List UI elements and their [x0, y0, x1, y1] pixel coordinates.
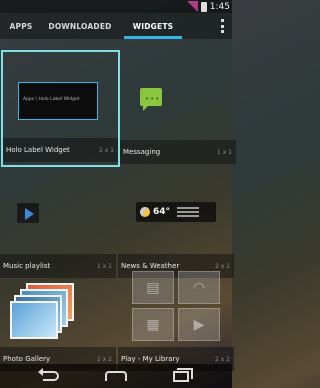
- overflow-menu-icon[interactable]: [221, 19, 224, 33]
- tab-bar: APPS DOWNLOADED WIDGETS: [0, 13, 232, 39]
- widget-preview: •••: [120, 50, 236, 140]
- news-lines: [177, 207, 200, 217]
- book-icon: ▤: [132, 271, 174, 304]
- weather-preview: 64°: [136, 202, 216, 222]
- app-icon: ▶: [178, 308, 220, 341]
- recent-apps-icon[interactable]: [173, 367, 193, 382]
- widget-play-library[interactable]: ▤ ◠ ▦ ▶ Play - My Library 2 x 2: [118, 257, 234, 371]
- widget-dims: 1 x 1: [217, 148, 232, 156]
- film-icon: ▦: [132, 308, 174, 341]
- library-grid-icon: ▤ ◠ ▦ ▶: [132, 271, 220, 341]
- widget-preview: 64°: [118, 164, 234, 254]
- widget-messaging[interactable]: ••• Messaging 1 x 1: [120, 50, 236, 164]
- widget-preview: ▤ ◠ ▦ ▶: [118, 257, 234, 347]
- photo-stack-icon: [10, 283, 74, 339]
- home-icon[interactable]: [105, 371, 127, 381]
- status-clock: 1:45: [209, 1, 230, 12]
- widget-preview: [0, 257, 116, 347]
- messaging-icon: •••: [140, 88, 162, 111]
- weather-temp: 64°: [153, 207, 171, 217]
- tab-downloaded[interactable]: DOWNLOADED: [42, 13, 118, 39]
- tab-widgets[interactable]: WIDGETS: [118, 13, 188, 39]
- widget-preview: Apps \ Holo Label Widget: [1, 50, 117, 140]
- headphones-icon: ◠: [178, 271, 220, 304]
- widget-photo-gallery[interactable]: Photo Gallery 2 x 2: [0, 257, 116, 371]
- navigation-bar: [0, 364, 232, 388]
- widget-holo-label[interactable]: Apps \ Holo Label Widget Holo Label Widg…: [1, 50, 120, 167]
- tab-apps[interactable]: APPS: [0, 13, 42, 39]
- widget-dims: 2 x 1: [99, 146, 114, 154]
- play-icon: [16, 202, 40, 224]
- battery-icon: [200, 1, 207, 12]
- widget-preview: [0, 164, 116, 254]
- status-bar: 1:45: [0, 0, 232, 13]
- notification-icon: [186, 1, 198, 12]
- back-icon[interactable]: [38, 368, 59, 381]
- holo-label-preview: Apps \ Holo Label Widget: [18, 82, 98, 120]
- partly-cloudy-icon: [140, 207, 150, 217]
